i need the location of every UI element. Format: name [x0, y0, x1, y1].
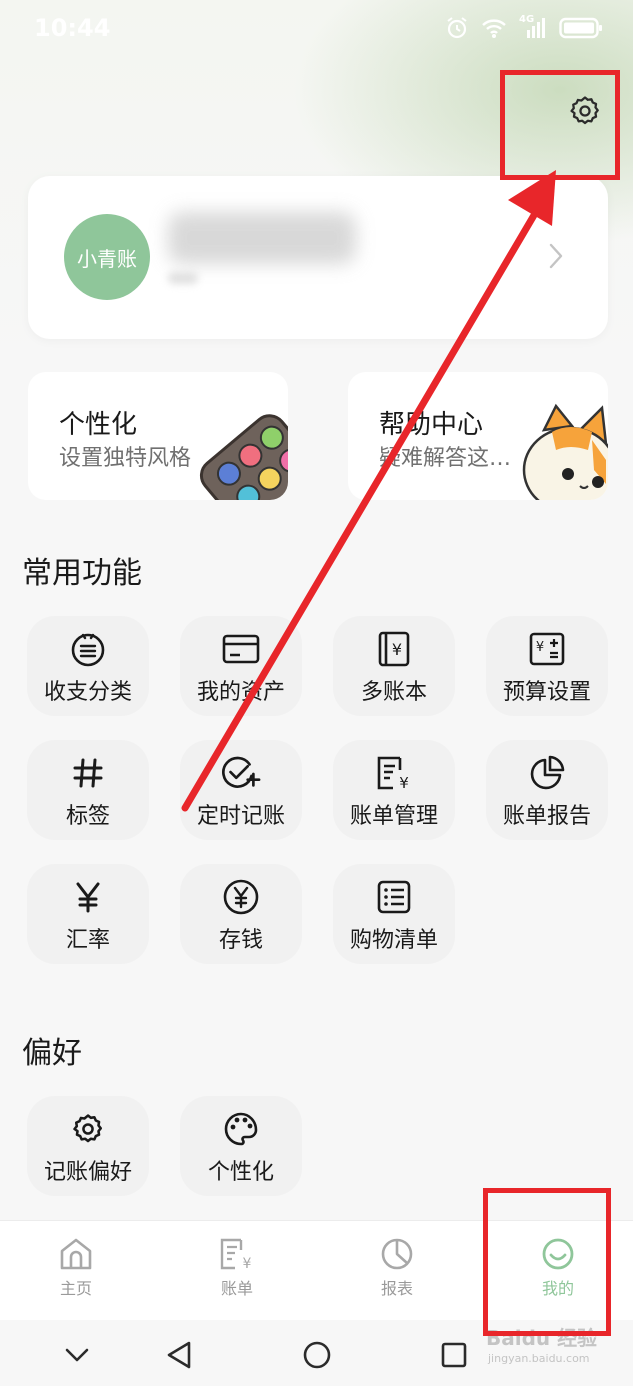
help-center-card[interactable]: 帮助中心 疑难解答这…: [348, 372, 608, 500]
budget-icon: ¥: [529, 632, 565, 666]
chevron-right-icon: [549, 243, 563, 269]
preferences-title: 偏好: [22, 1036, 82, 1071]
svg-text:¥: ¥: [536, 640, 544, 655]
coin-icon: [223, 879, 259, 915]
gear-icon: [73, 1114, 103, 1143]
func-multi-ledger-button[interactable]: ¥ 多账本: [333, 616, 455, 716]
home-system-button[interactable]: [302, 1340, 332, 1370]
func-label: 标签: [65, 804, 110, 829]
pref-personalize-button[interactable]: 个性化: [180, 1096, 302, 1196]
baidu-watermark-url: jingyan.baidu.com: [488, 1352, 590, 1365]
smile-icon: [542, 1238, 574, 1270]
func-label: 多账本: [360, 680, 427, 705]
hashtag-icon: [73, 758, 103, 788]
func-budget-button[interactable]: ¥ 预算设置: [486, 616, 608, 716]
scheduled-check-icon: [222, 756, 261, 788]
personalize-card-subtitle: 设置独特风格: [59, 446, 192, 471]
func-label: 购物清单: [349, 928, 438, 953]
help-center-card-subtitle: 疑难解答这…: [379, 446, 512, 471]
card-icon: [222, 634, 260, 664]
chevron-down-icon: [65, 1348, 89, 1362]
func-label: 存钱: [218, 928, 263, 953]
func-label: 账单管理: [349, 804, 438, 829]
list-icon: [377, 880, 411, 914]
chart-icon: [381, 1238, 413, 1270]
svg-text:¥: ¥: [399, 774, 409, 792]
nav-home[interactable]: 主页: [26, 1237, 126, 1299]
collapse-button[interactable]: [62, 1340, 92, 1370]
nickname-blurred: [168, 212, 356, 264]
cat-illustration: [522, 403, 608, 500]
func-shopping-list-button[interactable]: 购物清单: [333, 864, 455, 964]
status-icons: 4G: [445, 14, 603, 40]
nav-label: 我的: [541, 1279, 574, 1298]
palette-icon: [224, 1112, 258, 1146]
paint-palette-illustration: [199, 414, 288, 500]
signal-indicator: 4G: [519, 14, 547, 40]
ledger-book-icon: ¥: [378, 631, 410, 667]
pie-report-icon: [530, 755, 565, 790]
func-savings-button[interactable]: 存钱: [180, 864, 302, 964]
nav-bills[interactable]: ¥ 账单: [187, 1237, 287, 1299]
func-label: 预算设置: [502, 680, 591, 705]
home-icon: [60, 1238, 92, 1270]
bill-icon: ¥: [220, 1238, 252, 1271]
back-button[interactable]: [164, 1340, 194, 1370]
func-label: 汇率: [65, 928, 110, 953]
func-label: 定时记账: [196, 804, 285, 829]
svg-text:¥: ¥: [243, 1256, 252, 1271]
func-exchange-rate-button[interactable]: 汇率: [27, 864, 149, 964]
help-center-card-title: 帮助中心: [379, 410, 484, 440]
recents-button[interactable]: [439, 1340, 469, 1370]
bottom-nav: 主页 ¥ 账单 报表 我的: [0, 1220, 633, 1320]
status-bar: 10:44 4G: [0, 0, 633, 60]
nav-reports[interactable]: 报表: [347, 1237, 447, 1299]
nav-label: 报表: [380, 1279, 413, 1298]
nav-mine[interactable]: 我的: [508, 1237, 608, 1299]
category-icon: [71, 633, 105, 667]
func-bill-manage-button[interactable]: ¥ 账单管理: [333, 740, 455, 840]
nav-label: 主页: [59, 1279, 92, 1298]
func-label: 个性化: [207, 1160, 274, 1185]
func-label: 记账偏好: [43, 1160, 132, 1185]
nav-label: 账单: [220, 1279, 253, 1298]
personalize-card-title: 个性化: [59, 410, 138, 440]
func-label: 账单报告: [502, 804, 591, 829]
func-label: 收支分类: [43, 680, 132, 705]
bill-manage-icon: ¥: [377, 756, 409, 792]
status-time: 10:44: [34, 14, 111, 42]
back-triangle-icon: [167, 1341, 191, 1369]
func-bill-report-button[interactable]: 账单报告: [486, 740, 608, 840]
home-circle-icon: [303, 1341, 331, 1369]
settings-button[interactable]: [566, 92, 604, 130]
func-scheduled-button[interactable]: 定时记账: [180, 740, 302, 840]
profile-card[interactable]: 小青账: [28, 176, 608, 339]
wifi-icon: [482, 19, 506, 38]
func-category-button[interactable]: 收支分类: [27, 616, 149, 716]
yen-icon: [76, 882, 100, 913]
gear-icon: [570, 96, 599, 125]
signal-icon: [527, 18, 545, 38]
avatar-text: 小青账: [77, 246, 137, 271]
avatar[interactable]: 小青账: [64, 214, 150, 300]
common-functions-title: 常用功能: [22, 556, 142, 591]
battery-icon: [559, 17, 602, 39]
svg-text:¥: ¥: [392, 640, 402, 659]
user-id-blurred: [168, 272, 198, 284]
alarm-icon: [447, 17, 467, 39]
baidu-watermark: Baidu 经验: [486, 1326, 598, 1350]
func-label: 我的资产: [196, 680, 285, 705]
func-assets-button[interactable]: 我的资产: [180, 616, 302, 716]
personalize-card[interactable]: 个性化 设置独特风格: [28, 372, 288, 500]
func-tags-button[interactable]: 标签: [27, 740, 149, 840]
recents-square-icon: [441, 1342, 467, 1368]
pref-accounting-button[interactable]: 记账偏好: [27, 1096, 149, 1196]
